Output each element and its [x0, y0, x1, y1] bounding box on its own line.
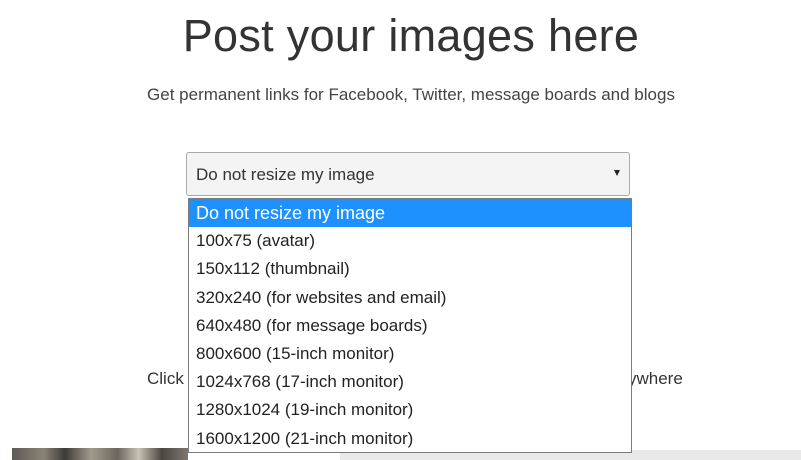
resize-option[interactable]: Do not resize my image: [189, 199, 631, 228]
page-title: Post your images here: [182, 10, 640, 61]
resize-option[interactable]: 640x480 (for message boards): [189, 312, 631, 340]
resize-option[interactable]: 1024x768 (17-inch monitor): [189, 368, 631, 396]
resize-option[interactable]: 320x240 (for websites and email): [189, 284, 631, 312]
resize-options-list[interactable]: Do not resize my image 100x75 (avatar) 1…: [188, 198, 632, 453]
chevron-down-icon: [614, 170, 620, 176]
upload-hint-text-right: ywhere: [628, 369, 683, 388]
resize-option[interactable]: 1600x1200 (21-inch monitor): [189, 425, 631, 453]
resize-select-value: Do not resize my image: [196, 165, 375, 184]
resize-select[interactable]: Do not resize my image: [186, 152, 630, 196]
resize-option[interactable]: 150x112 (thumbnail): [189, 255, 631, 283]
image-thumbnail-strip: [12, 448, 188, 460]
resize-option[interactable]: 100x75 (avatar): [189, 227, 631, 255]
page-subtitle: Get permanent links for Facebook, Twitte…: [147, 85, 675, 104]
resize-option[interactable]: 800x600 (15-inch monitor): [189, 340, 631, 368]
resize-option[interactable]: 1280x1024 (19-inch monitor): [189, 396, 631, 424]
